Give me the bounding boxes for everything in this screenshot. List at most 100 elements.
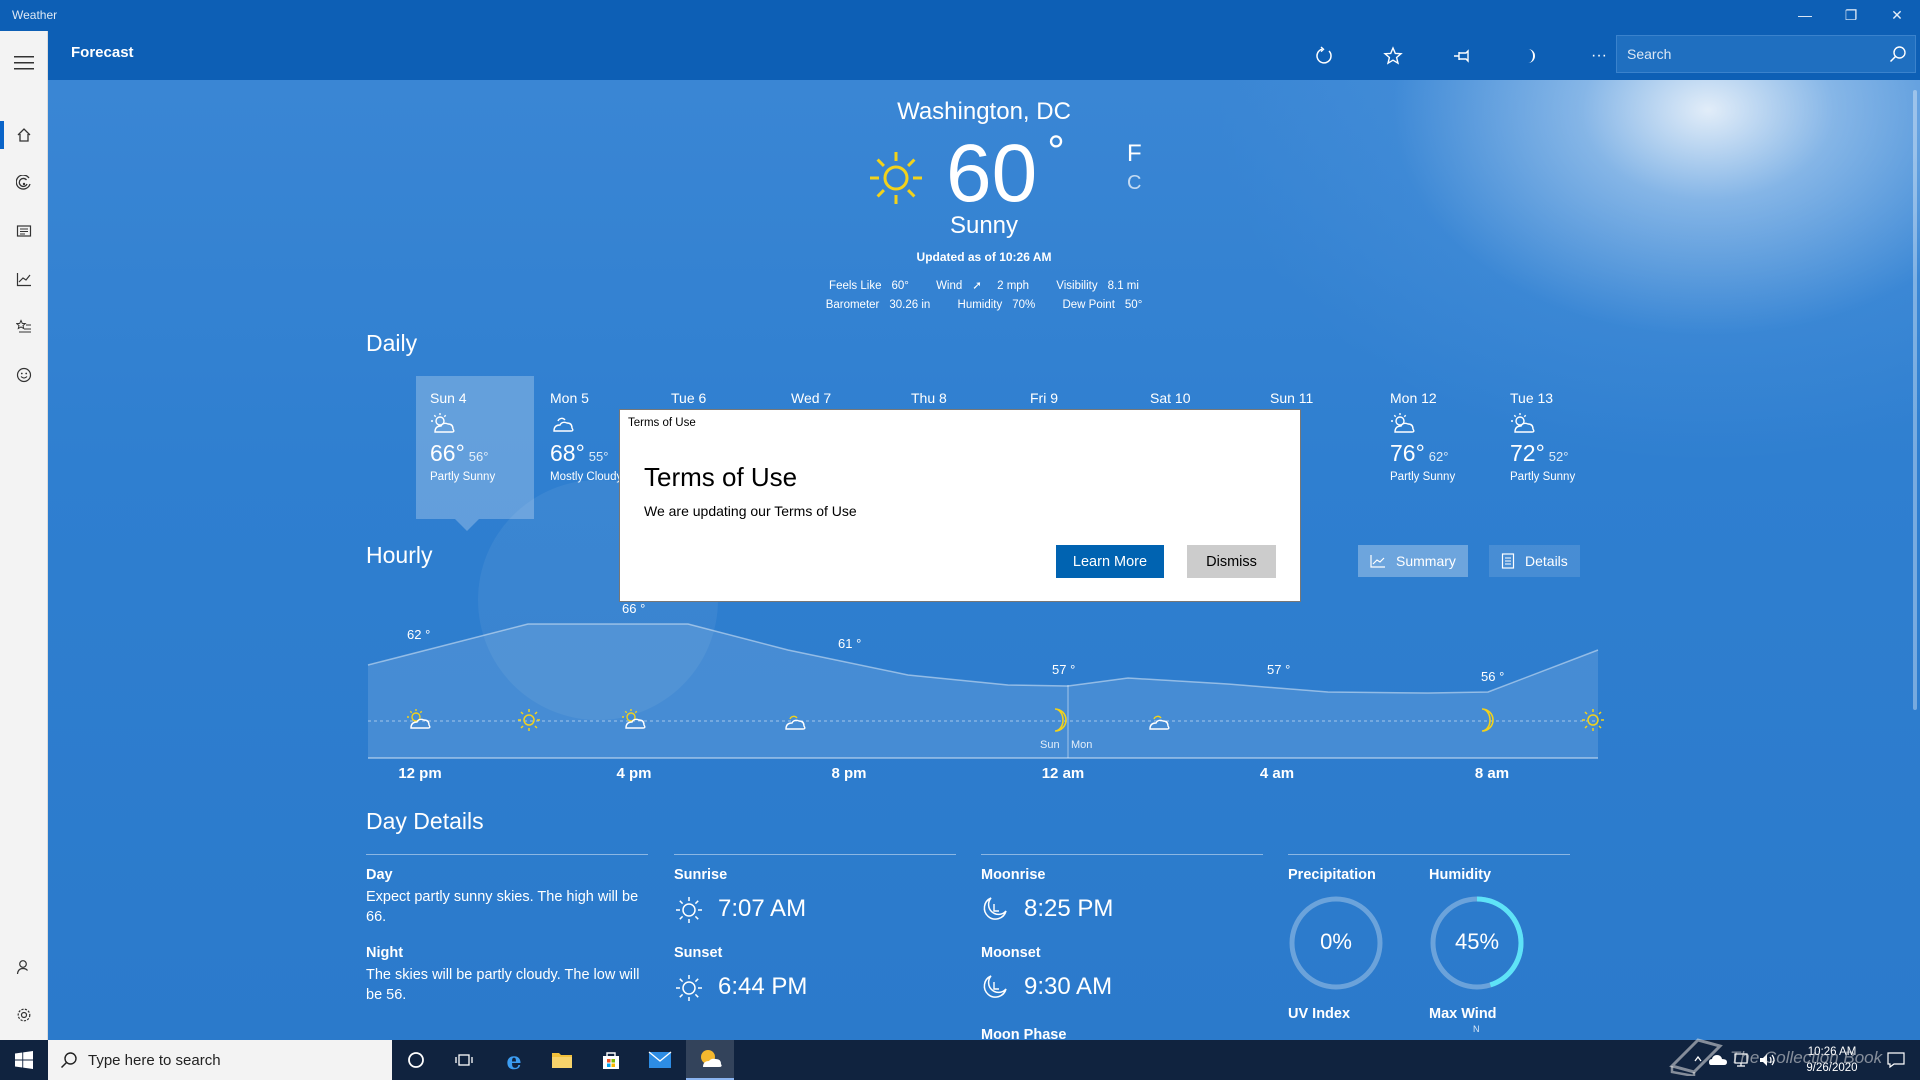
moonrise-icon xyxy=(983,897,1007,920)
cortana-button[interactable] xyxy=(392,1040,440,1080)
taskbar-search[interactable]: Type here to search xyxy=(48,1040,392,1080)
moon-icon xyxy=(1528,49,1535,63)
nav-account-button[interactable] xyxy=(0,943,48,991)
task-view-icon xyxy=(455,1054,473,1066)
pin-icon xyxy=(1454,49,1469,63)
store-icon xyxy=(603,1052,619,1069)
nav-historical-button[interactable] xyxy=(0,255,48,303)
moonrise-time: 8:25 PM xyxy=(1024,895,1114,922)
uv-index-label: UV Index xyxy=(1288,1006,1351,1022)
pin-button[interactable] xyxy=(1444,38,1480,74)
learn-more-button[interactable]: Learn More xyxy=(1056,545,1164,578)
search-icon xyxy=(60,1052,77,1069)
mail-icon xyxy=(648,1051,672,1068)
restore-button[interactable]: ❐ xyxy=(1828,0,1874,31)
moon-phase-label: Moon Phase xyxy=(981,1027,1067,1040)
max-wind-label: Max Wind xyxy=(1429,1006,1497,1022)
mail-button[interactable] xyxy=(636,1040,684,1080)
sunset-label: Sunset xyxy=(674,945,723,961)
more-button[interactable]: ··· xyxy=(1581,38,1617,74)
search-input[interactable] xyxy=(1627,36,1877,72)
precipitation-label: Precipitation xyxy=(1288,867,1376,883)
nav-news-button[interactable] xyxy=(0,207,48,255)
star-icon xyxy=(1383,46,1403,65)
divider xyxy=(1288,854,1570,855)
divider xyxy=(674,854,956,855)
radar-icon xyxy=(16,175,31,190)
sunset-icon xyxy=(676,975,702,1001)
sunrise-label: Sunrise xyxy=(674,867,728,883)
humidity-label: Humidity xyxy=(1429,867,1492,883)
partly-sunny-icon xyxy=(407,709,431,729)
partly-cloudy-night-icon xyxy=(1149,715,1170,730)
precipitation-value: 0% xyxy=(1320,929,1352,954)
weather-app-button[interactable] xyxy=(686,1040,734,1080)
hourly-time-label: 4 pm xyxy=(616,765,652,782)
refresh-button[interactable] xyxy=(1306,38,1342,74)
taskbar-search-placeholder: Type here to search xyxy=(88,1052,221,1069)
hamburger-menu-button[interactable] xyxy=(0,39,48,87)
edge-icon: e xyxy=(506,1045,522,1075)
dialog-window-title: Terms of Use xyxy=(628,417,696,429)
minimize-button[interactable]: — xyxy=(1782,0,1828,31)
more-icon: ··· xyxy=(1591,47,1607,64)
dismiss-button[interactable]: Dismiss xyxy=(1187,545,1276,578)
favorite-button[interactable] xyxy=(1375,38,1411,74)
sunset-time: 6:44 PM xyxy=(718,973,808,1000)
title-bar: Weather — ❐ ✕ xyxy=(0,0,1920,31)
file-explorer-button[interactable] xyxy=(538,1040,586,1080)
nav-favorites-button[interactable] xyxy=(0,303,48,351)
hourly-time-label: 8 am xyxy=(1474,765,1510,782)
cortana-icon xyxy=(408,1052,424,1068)
sunny-icon xyxy=(1582,709,1604,731)
search-icon[interactable] xyxy=(1889,45,1907,68)
day-details-title: Day Details xyxy=(366,808,484,834)
nav-maps-button[interactable] xyxy=(0,159,48,207)
moon-icon xyxy=(1481,708,1494,732)
moonset-label: Moonset xyxy=(981,945,1041,961)
smiley-icon xyxy=(16,367,32,383)
start-button[interactable] xyxy=(0,1040,48,1080)
edge-button[interactable]: e xyxy=(490,1040,538,1080)
hourly-temp-label: 57 ° xyxy=(1052,662,1076,677)
day-description: Expect partly sunny skies. The high will… xyxy=(366,889,639,925)
wind-direction: N xyxy=(1473,1024,1480,1034)
hourly-time-label: 12 pm xyxy=(398,765,442,782)
news-icon xyxy=(16,225,32,237)
day-label: Day xyxy=(366,867,393,883)
moon-icon xyxy=(1054,708,1067,732)
nav-settings-button[interactable] xyxy=(0,991,48,1039)
nav-feedback-button[interactable] xyxy=(0,351,48,399)
mostly-cloudy-icon xyxy=(785,715,806,730)
notification-icon xyxy=(1887,1052,1905,1068)
search-box[interactable] xyxy=(1616,35,1916,73)
day-marker-mon: Mon xyxy=(1071,739,1093,751)
dark-mode-button[interactable] xyxy=(1512,38,1548,74)
taskbar: Type here to search e 10:26 AM 9/26/2020 xyxy=(0,1040,1920,1080)
hourly-temp-label: 57 ° xyxy=(1267,662,1291,677)
humidity-value: 45% xyxy=(1454,929,1500,954)
hourly-temp-label: 62 ° xyxy=(407,627,431,642)
sunny-icon xyxy=(518,709,540,731)
app-title: Weather xyxy=(12,8,58,22)
store-button[interactable] xyxy=(587,1040,635,1080)
nav-forecast-button[interactable] xyxy=(0,111,48,159)
refresh-icon xyxy=(1316,46,1332,64)
moonset-icon xyxy=(983,975,1007,998)
dialog-heading: Terms of Use xyxy=(644,462,798,492)
app-header: Forecast ··· xyxy=(48,31,1920,80)
favorites-list-icon xyxy=(16,319,31,333)
gear-icon xyxy=(17,1008,31,1022)
windows-logo-icon xyxy=(15,1051,33,1069)
night-label: Night xyxy=(366,945,404,961)
hourly-time-label: 12 am xyxy=(1041,765,1085,782)
divider xyxy=(981,854,1263,855)
watermark-book-icon xyxy=(1669,1038,1723,1076)
home-icon xyxy=(17,128,31,142)
dialog-body: We are updating our Terms of Use xyxy=(644,503,857,519)
hourly-time-label: 8 pm xyxy=(831,765,867,782)
chart-icon xyxy=(16,273,31,287)
moonset-time: 9:30 AM xyxy=(1024,973,1113,1000)
task-view-button[interactable] xyxy=(440,1040,488,1080)
close-button[interactable]: ✕ xyxy=(1874,0,1920,31)
